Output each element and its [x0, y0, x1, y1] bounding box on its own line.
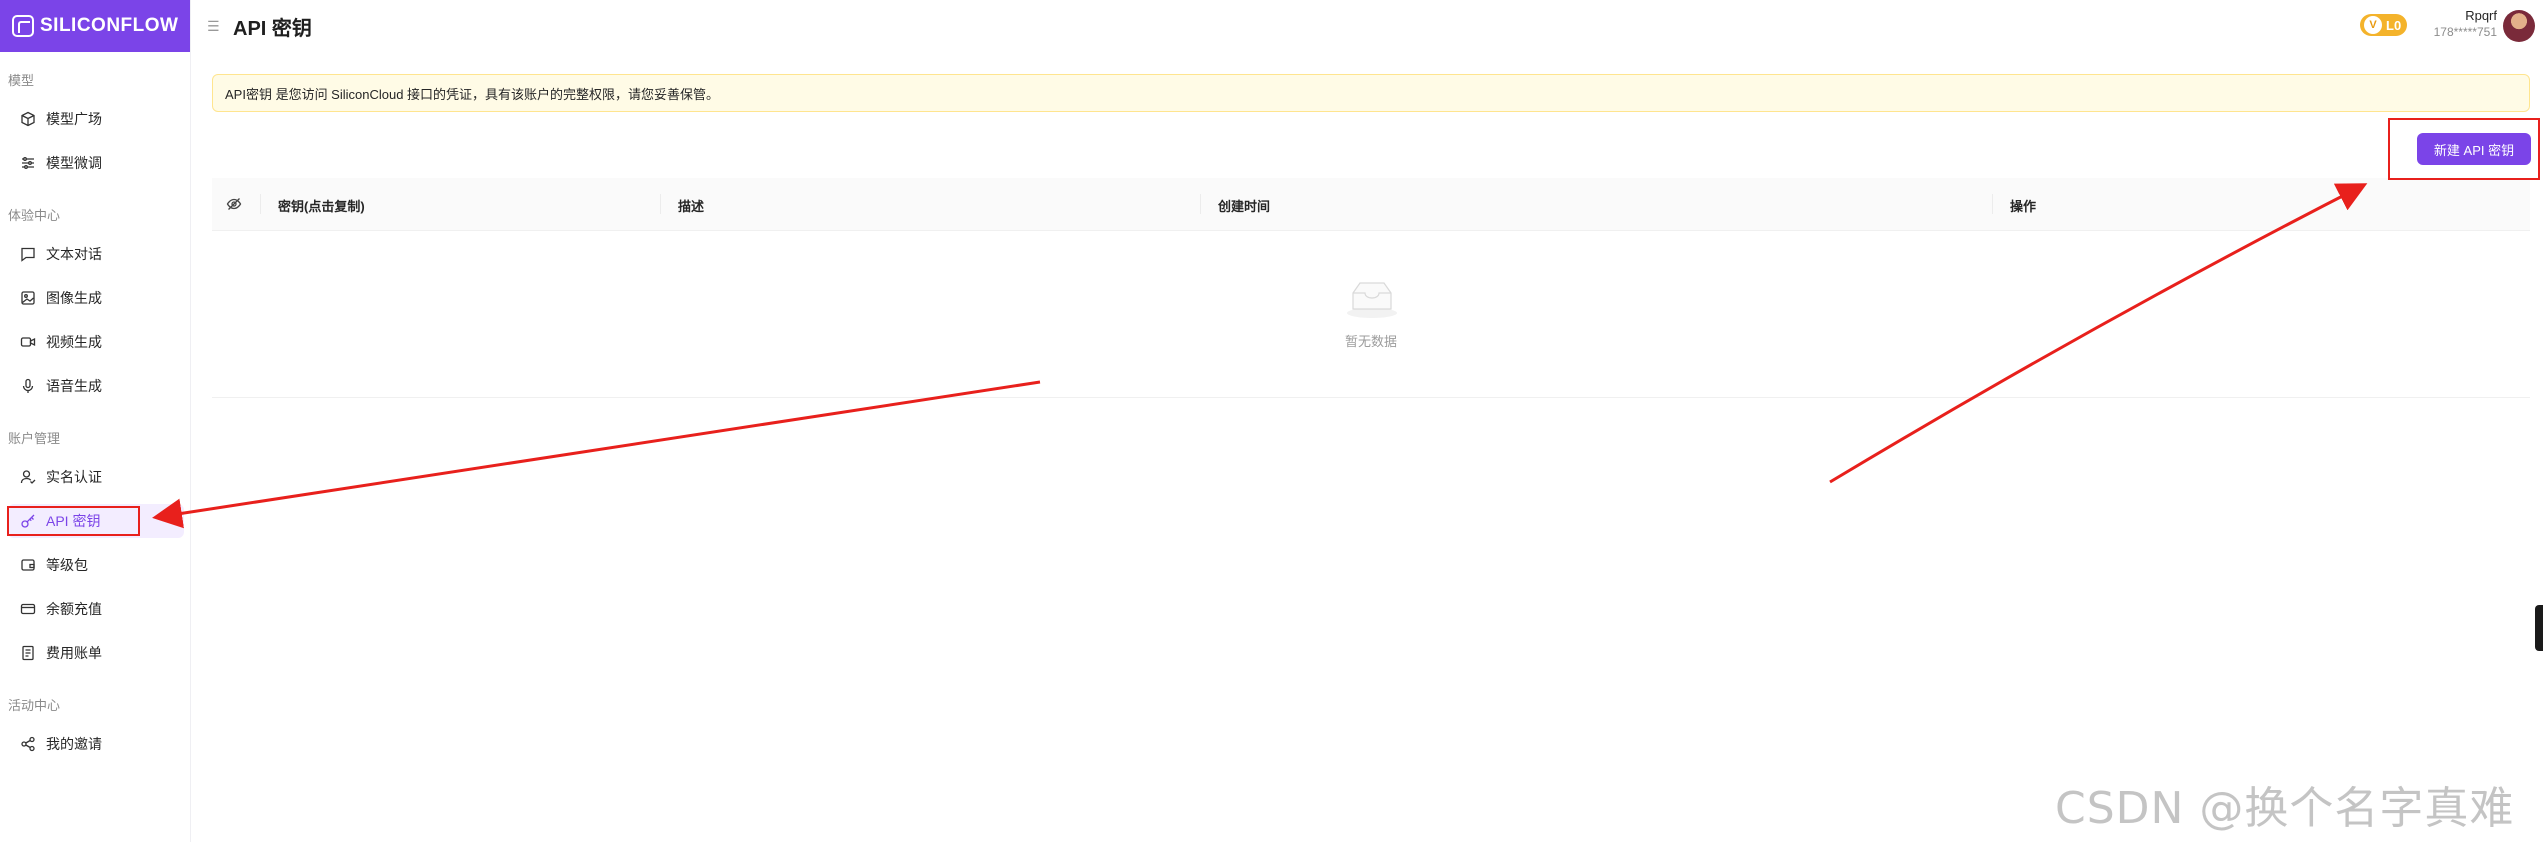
annotation-arrows: [152, 183, 2368, 529]
watermark: CSDN @换个名字真难: [2055, 783, 2515, 834]
annotation-arrow-left: [152, 380, 1041, 529]
floating-side-tab[interactable]: [2535, 605, 2543, 651]
annotation-arrow-right: [1829, 183, 2368, 484]
